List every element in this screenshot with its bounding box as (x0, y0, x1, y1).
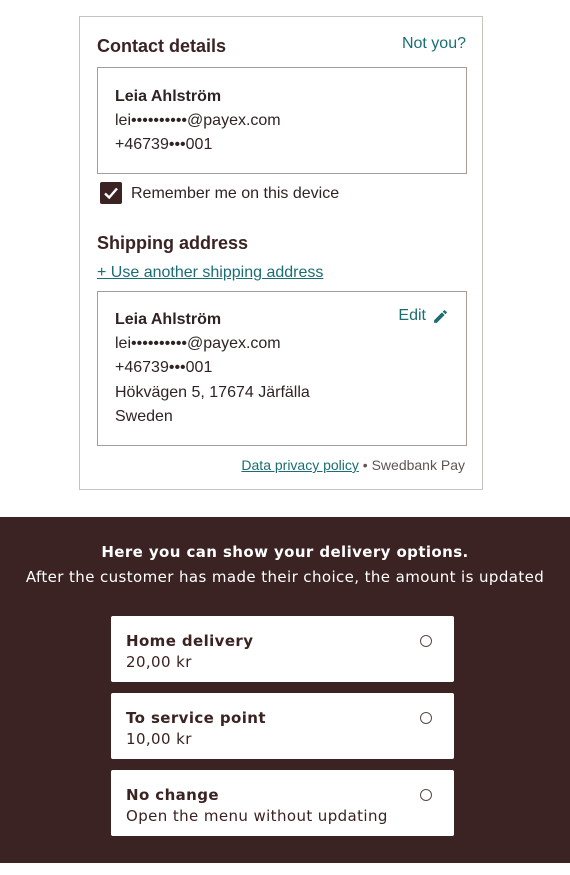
edit-label: Edit (398, 307, 426, 324)
footer-separator: • (362, 457, 368, 473)
shipping-address-title: Shipping address (97, 233, 249, 253)
delivery-option-service-point[interactable]: To service point 10,00 kr (111, 693, 454, 759)
delivery-heading: Here you can show your delivery options. (101, 543, 469, 561)
contact-details-title: Contact details (97, 36, 227, 56)
option-price: 10,00 kr (126, 730, 192, 748)
delivery-subheading: After the customer has made their choice… (25, 568, 545, 586)
brand-name: Swedbank Pay (371, 457, 465, 473)
delivery-option-home[interactable]: Home delivery 20,00 kr (111, 616, 454, 682)
option-description: Open the menu without updating (126, 807, 388, 825)
contact-email: lei••••••••••@payex.com (115, 112, 281, 129)
shipping-country: Sweden (115, 408, 173, 425)
shipping-name: Leia Ahlström (115, 311, 222, 328)
delivery-option-no-change[interactable]: No change Open the menu without updating (111, 770, 454, 836)
shipping-email: lei••••••••••@payex.com (115, 335, 281, 352)
contact-phone: +46739•••001 (115, 136, 213, 153)
option-price: 20,00 kr (126, 653, 192, 671)
privacy-policy-link[interactable]: Data privacy policy (241, 457, 359, 473)
shipping-box: Leia Ahlström lei••••••••••@payex.com +4… (97, 291, 467, 446)
radio-empty-icon[interactable] (420, 712, 432, 724)
option-name: To service point (126, 709, 266, 727)
option-name: No change (126, 786, 219, 804)
contact-box: Leia Ahlström lei••••••••••@payex.com +4… (97, 67, 467, 174)
radio-empty-icon[interactable] (420, 635, 432, 647)
not-you-link[interactable]: Not you? (402, 35, 466, 53)
pencil-icon (434, 309, 447, 323)
contact-name: Leia Ahlström (115, 88, 222, 105)
check-icon (104, 187, 118, 200)
option-name: Home delivery (126, 632, 254, 650)
use-another-address-link[interactable]: + Use another shipping address (97, 264, 323, 282)
remember-me-label[interactable]: Remember me on this device (131, 185, 339, 203)
shipping-phone: +46739•••001 (115, 359, 213, 376)
radio-empty-icon[interactable] (420, 789, 432, 801)
edit-address-button[interactable]: Edit (398, 307, 449, 325)
delivery-options-panel: Here you can show your delivery options.… (0, 517, 570, 863)
checkout-card: Contact details Not you? Leia Ahlström l… (79, 16, 483, 490)
footer: Data privacy policy • Swedbank Pay (241, 457, 465, 473)
shipping-street: Hökvägen 5, 17674 Järfälla (115, 384, 310, 401)
remember-me-checkbox[interactable] (100, 182, 122, 204)
